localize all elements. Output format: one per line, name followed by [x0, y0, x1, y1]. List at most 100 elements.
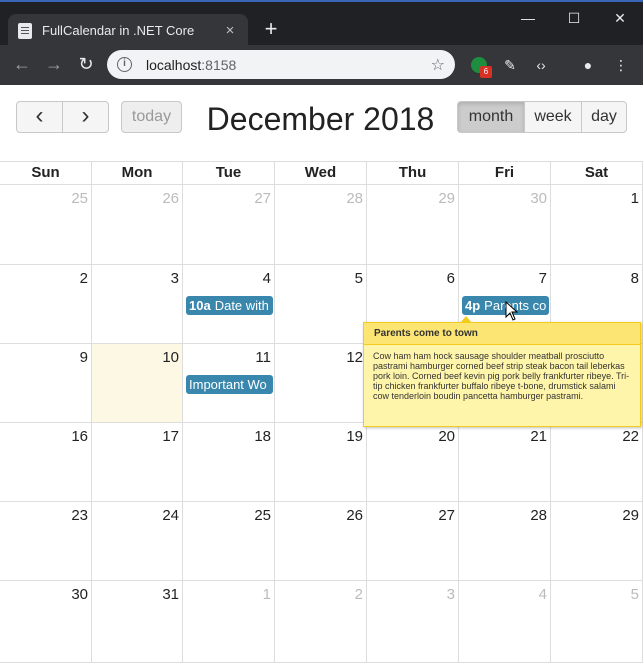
day-cell[interactable]: 30 [0, 581, 92, 663]
day-number[interactable]: 3 [171, 270, 179, 287]
day-cell[interactable]: 3 [92, 265, 183, 344]
day-cell[interactable]: 28 [275, 185, 367, 265]
day-cell[interactable]: 27 [183, 185, 275, 265]
day-cell[interactable]: 29 [551, 502, 643, 581]
event-title: Date with [214, 298, 269, 313]
day-number[interactable]: 27 [254, 190, 271, 207]
info-icon[interactable]: i [117, 57, 132, 72]
day-cell[interactable]: 27 [367, 502, 459, 581]
day-number[interactable]: 1 [631, 190, 639, 207]
address-bar[interactable]: i localhost :8158 ☆ [107, 50, 455, 79]
day-number[interactable]: 26 [162, 190, 179, 207]
star-icon[interactable]: ☆ [431, 55, 445, 75]
day-number[interactable]: 5 [355, 270, 363, 287]
day-number[interactable]: 29 [438, 190, 455, 207]
day-number[interactable]: 30 [530, 190, 547, 207]
day-cell[interactable]: 1 [551, 185, 643, 265]
day-number[interactable]: 25 [71, 190, 88, 207]
day-number[interactable]: 19 [346, 428, 363, 445]
day-number[interactable]: 27 [438, 507, 455, 524]
day-number[interactable]: 23 [71, 507, 88, 524]
day-cell[interactable]: 18 [183, 423, 275, 502]
day-number[interactable]: 4 [539, 586, 547, 603]
next-button[interactable]: › [62, 101, 109, 133]
code-icon[interactable]: ‹› [531, 55, 551, 75]
day-number[interactable]: 17 [162, 428, 179, 445]
day-cell[interactable]: 29 [367, 185, 459, 265]
day-cell[interactable]: 5 [551, 581, 643, 663]
view-day-button[interactable]: day [581, 101, 627, 133]
minimize-button[interactable]: — [505, 10, 551, 30]
day-number[interactable]: 18 [254, 428, 271, 445]
day-cell[interactable]: 26 [275, 502, 367, 581]
day-number[interactable]: 3 [447, 586, 455, 603]
day-number[interactable]: 2 [80, 270, 88, 287]
maximize-button[interactable]: ☐ [551, 10, 597, 30]
day-number[interactable]: 10 [162, 349, 179, 366]
day-cell[interactable]: 28 [459, 502, 551, 581]
pen-icon[interactable]: ✎ [500, 55, 520, 75]
day-number[interactable]: 31 [162, 586, 179, 603]
day-cell[interactable]: 17 [92, 423, 183, 502]
day-cell-today[interactable]: 10 [92, 344, 183, 423]
calendar-event[interactable]: Important Wo [186, 375, 273, 394]
day-cell[interactable]: 25 [0, 185, 92, 265]
browser-tab[interactable]: FullCalendar in .NET Core × [8, 14, 248, 47]
view-month-button[interactable]: month [457, 101, 525, 133]
back-icon[interactable]: ← [10, 53, 34, 77]
day-number[interactable]: 24 [162, 507, 179, 524]
day-cell[interactable]: 1 [183, 581, 275, 663]
day-cell[interactable]: 21 [459, 423, 551, 502]
day-number[interactable]: 20 [438, 428, 455, 445]
new-tab-button[interactable]: + [259, 18, 283, 42]
day-number[interactable]: 28 [346, 190, 363, 207]
day-number[interactable]: 5 [631, 586, 639, 603]
today-button[interactable]: today [121, 101, 182, 133]
day-cell[interactable]: 5 [275, 265, 367, 344]
day-number[interactable]: 28 [530, 507, 547, 524]
day-number[interactable]: 6 [447, 270, 455, 287]
day-number[interactable]: 12 [346, 349, 363, 366]
day-number[interactable]: 2 [355, 586, 363, 603]
calendar-event[interactable]: 10a Date with [186, 296, 273, 315]
view-week-button[interactable]: week [524, 101, 582, 133]
day-cell[interactable]: 25 [183, 502, 275, 581]
day-cell[interactable]: 3 [367, 581, 459, 663]
day-number[interactable]: 4 [263, 270, 271, 287]
day-number[interactable]: 29 [622, 507, 639, 524]
day-cell[interactable]: 20 [367, 423, 459, 502]
day-number[interactable]: 11 [255, 349, 271, 366]
day-cell[interactable]: 22 [551, 423, 643, 502]
day-number[interactable]: 1 [263, 586, 271, 603]
forward-icon[interactable]: → [42, 53, 66, 77]
day-cell[interactable]: 4 [459, 581, 551, 663]
menu-icon[interactable]: ⋮ [611, 55, 631, 75]
day-number[interactable]: 26 [346, 507, 363, 524]
calendar-title: December 2018 [206, 101, 435, 137]
day-cell[interactable]: 2 [275, 581, 367, 663]
account-icon[interactable]: ● [578, 55, 598, 75]
day-cell[interactable]: 24 [92, 502, 183, 581]
close-window-button[interactable]: ✕ [597, 10, 643, 30]
day-number[interactable]: 22 [622, 428, 639, 445]
day-cell[interactable]: 9 [0, 344, 92, 423]
weekday-header: Mon [92, 161, 183, 185]
prev-button[interactable]: ‹ [16, 101, 63, 133]
day-cell[interactable]: 31 [92, 581, 183, 663]
day-number[interactable]: 8 [631, 270, 639, 287]
day-cell[interactable]: 30 [459, 185, 551, 265]
day-number[interactable]: 21 [530, 428, 547, 445]
tab-close-icon[interactable]: × [222, 22, 238, 39]
day-cell[interactable]: 23 [0, 502, 92, 581]
day-number[interactable]: 30 [71, 586, 88, 603]
day-cell[interactable]: 16 [0, 423, 92, 502]
day-cell[interactable]: 26 [92, 185, 183, 265]
day-number[interactable]: 9 [80, 349, 88, 366]
reload-icon[interactable]: ↻ [74, 53, 98, 77]
day-cell[interactable]: 12 [275, 344, 367, 423]
day-number[interactable]: 7 [539, 270, 547, 287]
day-number[interactable]: 25 [254, 507, 271, 524]
day-number[interactable]: 16 [71, 428, 88, 445]
day-cell[interactable]: 19 [275, 423, 367, 502]
day-cell[interactable]: 2 [0, 265, 92, 344]
